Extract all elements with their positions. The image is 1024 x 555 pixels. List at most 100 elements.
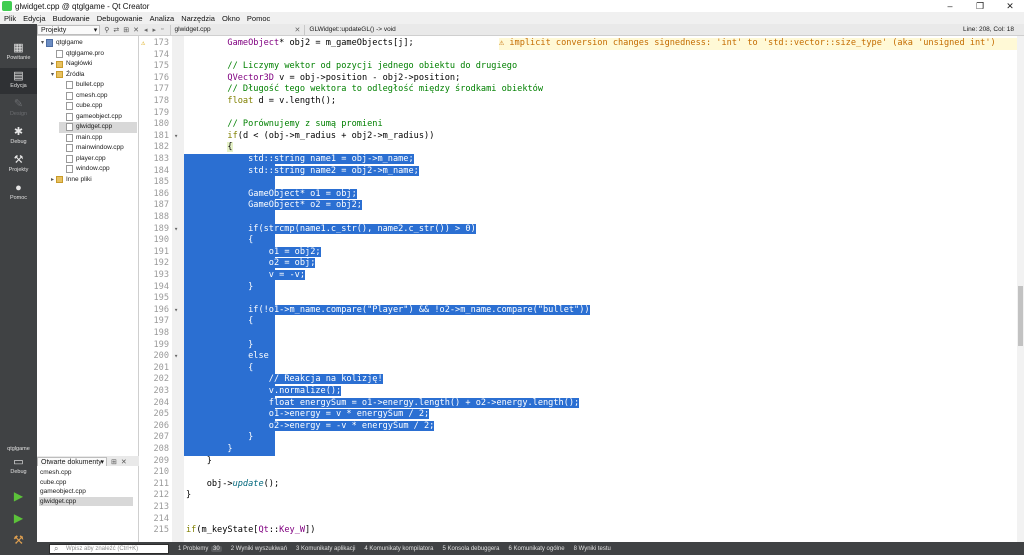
code-line[interactable]: 215 if(m_keyState[Qt::Key_W]) [139, 525, 1024, 537]
line-column-indicator[interactable]: Line: 208, Col: 18 [963, 24, 1014, 36]
filter-icon[interactable]: ⚲ [104, 26, 109, 34]
symbol-combo[interactable]: GLWidget::updateGL() -> void [304, 24, 504, 35]
split-icon[interactable]: ⊞ [123, 26, 129, 34]
tree-item[interactable]: cmesh.cpp [59, 91, 137, 102]
tab-problems[interactable]: 1 Problemy 30 [178, 545, 222, 552]
code-line[interactable]: 206 o2->energy = -v * energySum / 2; [139, 420, 1024, 433]
code-line[interactable]: 178 float d = v.length(); [139, 96, 1024, 108]
build-button[interactable]: ⚒ [0, 532, 37, 552]
tree-item[interactable]: ▾ Źródła [49, 70, 137, 81]
code-line[interactable]: 189 ▾ if(strcmp(name1.c_str(), name2.c_st… [139, 223, 1024, 236]
tree-item[interactable]: player.cpp [59, 154, 137, 165]
warning-icon[interactable]: ⚠ [141, 38, 145, 50]
locator-search[interactable]: Wpisz aby znaleźć (Ctrl+K) [49, 543, 169, 554]
code-line[interactable]: 200 ▾ else [139, 351, 1024, 363]
code-line[interactable]: 181 ▾ if(d < (obj->m_radius + obj2->m_rad… [139, 131, 1024, 143]
menu-okno[interactable]: Okno [222, 14, 240, 23]
code-line[interactable]: 191 o1 = obj2; [139, 246, 1024, 259]
forward-arrow-icon[interactable]: ▸ [153, 26, 157, 34]
minimize-button[interactable]: – [936, 0, 964, 12]
run-button[interactable]: ▶ [0, 488, 37, 508]
code-line[interactable]: 177 // Długość tego wektora to odległość… [139, 84, 1024, 96]
tree-item[interactable]: ▸ Inne pliki [49, 175, 137, 186]
code-line[interactable]: 174 [139, 50, 1024, 62]
open-document-item[interactable]: glwidget.cpp [39, 496, 133, 506]
code-line[interactable]: 196 ▾ if(!o1->m_name.compare("Player") &&… [139, 304, 1024, 317]
fold-marker-icon[interactable]: ▾ [174, 351, 182, 363]
code-line[interactable]: 185 [139, 177, 1024, 189]
tab-search-results[interactable]: 2 Wyniki wyszukiwań [231, 546, 287, 552]
menu-plik[interactable]: Plik [4, 14, 16, 23]
scrollbar-thumb[interactable] [1018, 286, 1023, 346]
expand-arrow-icon[interactable]: ▾ [49, 70, 56, 81]
menu-narzedzia[interactable]: Narzędzia [181, 14, 215, 23]
tree-item[interactable]: gameobject.cpp [59, 112, 137, 123]
tab-debugger-console[interactable]: 5 Konsola debuggera [442, 546, 499, 552]
code-line[interactable]: 210 [139, 467, 1024, 479]
code-line[interactable]: 182 { [139, 142, 1024, 154]
mode-help[interactable]: ● Pomoc [0, 180, 37, 206]
code-line[interactable]: 179 [139, 108, 1024, 120]
code-line[interactable]: 186 GameObject* o1 = obj; [139, 188, 1024, 201]
tree-item[interactable]: qtglgame.pro [49, 49, 137, 60]
expand-arrow-icon[interactable]: ▾ [39, 38, 46, 49]
menu-budowanie[interactable]: Budowanie [53, 14, 90, 23]
split-icon[interactable]: ⊞ [111, 458, 117, 466]
code-line[interactable]: 192 o2 = obj; [139, 258, 1024, 270]
mode-welcome[interactable]: ▦ Powitanie [0, 40, 37, 66]
open-file-combo[interactable]: glwidget.cpp [169, 24, 290, 35]
code-line[interactable]: 202 // Reakcja na kolizję! [139, 374, 1024, 386]
fold-marker-icon[interactable]: ▾ [174, 131, 182, 143]
fold-marker-icon[interactable]: ▾ [174, 224, 182, 236]
mode-edit[interactable]: ▤ Edycja [0, 68, 37, 94]
tree-item[interactable]: mainwindow.cpp [59, 143, 137, 154]
code-line[interactable]: 184 std::string name2 = obj2->m_name; [139, 165, 1024, 178]
code-line[interactable]: 214 [139, 514, 1024, 526]
tab-application-output[interactable]: 3 Komunikaty aplikacji [296, 546, 355, 552]
mode-design[interactable]: ✎ Design [0, 96, 37, 122]
code-line[interactable]: 204 float energySum = o1->energy.length(… [139, 397, 1024, 410]
tab-general-messages[interactable]: 6 Komunikaty ogólne [509, 546, 565, 552]
collapse-arrow-icon[interactable]: ▸ [49, 59, 56, 70]
code-line[interactable]: 213 [139, 502, 1024, 514]
open-document-item[interactable]: cmesh.cpp [39, 468, 133, 478]
mode-debug[interactable]: ✱ Debug [0, 124, 37, 150]
code-line[interactable]: 207 } [139, 432, 1024, 444]
code-line[interactable]: 190 { [139, 235, 1024, 247]
tree-item[interactable]: bullet.cpp [59, 80, 137, 91]
maximize-button[interactable]: ❐ [966, 0, 994, 12]
tree-item[interactable]: main.cpp [59, 133, 137, 144]
menu-analiza[interactable]: Analiza [150, 14, 175, 23]
tree-item[interactable]: glwidget.cpp [59, 122, 137, 133]
menu-debugowanie[interactable]: Debugowanie [97, 14, 143, 23]
code-line[interactable]: 201 { [139, 362, 1024, 375]
kit-selector[interactable]: ▭ Debug [0, 454, 37, 482]
mode-projects[interactable]: ⚒ Projekty [0, 152, 37, 178]
code-editor[interactable]: 173 ⚠ ⚠ implicit conversion changes signed… [139, 36, 1024, 542]
tab-test-results[interactable]: 8 Wyniki testu [574, 546, 611, 552]
code-line[interactable]: 176 QVector3D v = obj->position - obj2->… [139, 73, 1024, 85]
code-line[interactable]: 199 } [139, 339, 1024, 352]
editor-scrollbar[interactable] [1017, 36, 1024, 542]
menu-pomoc[interactable]: Pomoc [247, 14, 270, 23]
menu-edycja[interactable]: Edycja [23, 14, 46, 23]
back-arrow-icon[interactable]: ◂ [144, 26, 148, 34]
code-line[interactable]: 211 obj->update(); [139, 479, 1024, 491]
code-line[interactable]: 195 [139, 293, 1024, 305]
code-line[interactable]: 209 } [139, 456, 1024, 468]
open-document-item[interactable]: cube.cpp [39, 478, 133, 488]
fold-marker-icon[interactable]: ▾ [174, 305, 182, 317]
code-line[interactable]: 183 std::string name1 = obj->m_name; [139, 154, 1024, 166]
code-line[interactable]: 205 o1->energy = v * energySum / 2; [139, 409, 1024, 421]
tree-item[interactable]: window.cpp [59, 164, 137, 175]
open-document-item[interactable]: gameobject.cpp [39, 487, 133, 497]
code-line[interactable]: 203 v.normalize(); [139, 386, 1024, 398]
collapse-arrow-icon[interactable]: ▸ [49, 175, 56, 186]
code-line[interactable]: 197 { [139, 316, 1024, 328]
tree-item[interactable]: ▾ qtglgame [39, 38, 137, 49]
close-button[interactable]: ✕ [996, 0, 1024, 12]
code-line[interactable]: 175 // Liczymy wektor od pozycji jednego… [139, 61, 1024, 73]
code-line[interactable]: 212} [139, 490, 1024, 502]
code-line[interactable]: 194 } [139, 281, 1024, 294]
tree-item[interactable]: ▸ Nagłówki [49, 59, 137, 70]
